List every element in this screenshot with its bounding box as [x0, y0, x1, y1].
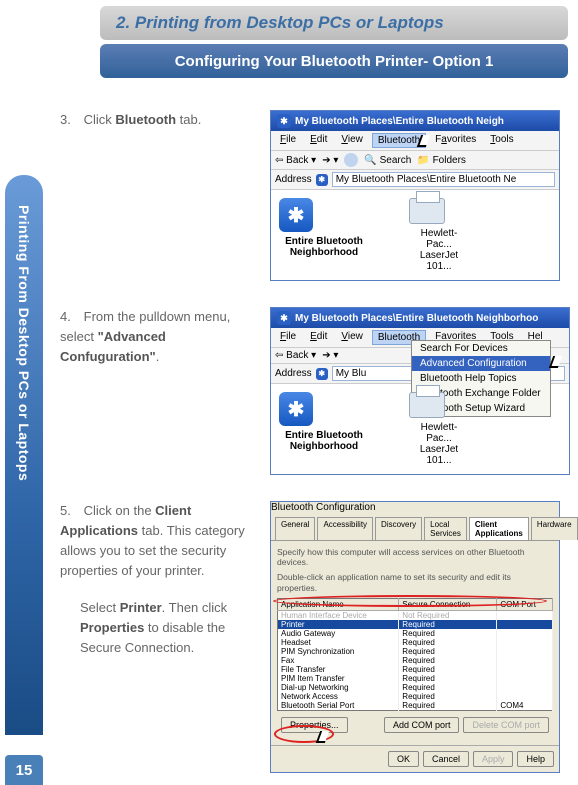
menu-tools[interactable]: Tools: [485, 133, 518, 148]
folders-button[interactable]: 📁 Folders: [417, 155, 466, 166]
table-row[interactable]: Human Interface DeviceNot Required: [278, 610, 553, 620]
bluetooth-neighborhood-label: Entire Bluetooth Neighborhood: [279, 430, 369, 452]
screenshot-1: ✱ My Bluetooth Places\Entire Bluetooth N…: [270, 110, 578, 281]
col-app-name[interactable]: Application Name: [278, 598, 399, 610]
window-title: My Bluetooth Places\Entire Bluetooth Nei…: [295, 313, 538, 324]
step-4: 4. From the pulldown menu, select "Advan…: [60, 307, 578, 475]
tab-general[interactable]: General: [275, 517, 315, 540]
ok-button[interactable]: OK: [388, 751, 419, 767]
bluetooth-icon: ✱: [277, 311, 291, 325]
table-row[interactable]: Dial-up NetworkingRequired: [278, 683, 553, 692]
bluetooth-icon: ✱: [316, 368, 328, 380]
window-titlebar: ✱ My Bluetooth Places\Entire Bluetooth N…: [271, 308, 569, 328]
dialog-tabs: General Accessibility Discovery Local Se…: [271, 513, 559, 540]
address-label: Address: [275, 174, 312, 185]
printer-icon[interactable]: [409, 198, 445, 224]
dialog-desc-1: Specify how this computer will access se…: [277, 547, 553, 567]
tab-local-services[interactable]: Local Services: [424, 517, 467, 540]
applications-table: Application Name Secure Connection COM P…: [277, 598, 553, 711]
properties-button[interactable]: Properties...: [281, 717, 348, 733]
step-sub-b: . Then click: [162, 600, 228, 615]
table-row[interactable]: PIM Item TransferRequired: [278, 674, 553, 683]
menu-edit[interactable]: Edit: [305, 133, 332, 148]
address-input[interactable]: [332, 172, 555, 187]
screenshot-2: ✱ My Bluetooth Places\Entire Bluetooth N…: [270, 307, 578, 475]
bluetooth-neighborhood-icon[interactable]: ✱: [279, 198, 313, 232]
section-subtitle: Configuring Your Bluetooth Printer- Opti…: [100, 44, 568, 78]
bluetooth-neighborhood-icon[interactable]: ✱: [279, 392, 313, 426]
step-number: 4.: [60, 307, 80, 327]
step-text: Click on the: [84, 503, 156, 518]
dropdown-item-help[interactable]: Bluetooth Help Topics: [412, 371, 550, 386]
dropdown-item-search[interactable]: Search For Devices: [412, 341, 550, 356]
side-tab: Printing From Desktop PCs or Laptops: [5, 175, 43, 735]
window-title: My Bluetooth Places\Entire Bluetooth Nei…: [295, 116, 504, 127]
table-row[interactable]: Network AccessRequired: [278, 692, 553, 701]
screenshot-3: Bluetooth Configuration General Accessib…: [270, 501, 578, 773]
back-button[interactable]: ⇦ Back ▾: [275, 350, 316, 361]
window-titlebar: ✱ My Bluetooth Places\Entire Bluetooth N…: [271, 111, 559, 131]
toolbar: ⇦ Back ▾ ➔ ▾ 🔍 Search 📁 Folders: [271, 151, 559, 170]
menu-view[interactable]: View: [336, 133, 368, 148]
add-com-button[interactable]: Add COM port: [384, 717, 460, 733]
bluetooth-icon: ✱: [277, 114, 291, 128]
help-button[interactable]: Help: [517, 751, 554, 767]
tab-accessibility[interactable]: Accessibility: [317, 517, 373, 540]
step-text: Click: [84, 112, 116, 127]
tab-discovery[interactable]: Discovery: [375, 517, 422, 540]
step-text-b: .: [156, 349, 160, 364]
menu-file[interactable]: FFileile: [275, 133, 301, 148]
page-number: 15: [5, 755, 43, 785]
printer-label: Hewlett-Pac... LaserJet 101...: [409, 228, 469, 272]
table-row[interactable]: Bluetooth Serial PortRequiredCOM4: [278, 701, 553, 711]
menu-edit[interactable]: Edit: [305, 330, 332, 345]
bluetooth-neighborhood-label: Entire Bluetooth Neighborhood: [279, 236, 369, 258]
tab-hardware[interactable]: Hardware: [531, 517, 578, 540]
step-number: 5.: [60, 501, 80, 521]
up-icon[interactable]: [344, 153, 358, 167]
table-row-printer[interactable]: PrinterRequired: [278, 620, 553, 629]
step-bold-b: Printer: [120, 600, 162, 615]
menubar: FFileile Edit View Bluetooth Favorites T…: [271, 131, 559, 151]
delete-com-button[interactable]: Delete COM port: [463, 717, 549, 733]
section-title: 2. Printing from Desktop PCs or Laptops: [100, 6, 568, 40]
table-row[interactable]: FaxRequired: [278, 656, 553, 665]
forward-button[interactable]: ➔ ▾: [322, 350, 338, 361]
col-comport[interactable]: COM Port: [497, 598, 553, 610]
apply-button[interactable]: Apply: [473, 751, 514, 767]
dialog-desc-2: Double-click an application name to set …: [277, 572, 553, 592]
address-label: Address: [275, 368, 312, 379]
side-tab-label: Printing From Desktop PCs or Laptops: [16, 205, 32, 481]
tab-client-applications[interactable]: Client Applications: [469, 517, 529, 540]
table-row[interactable]: File TransferRequired: [278, 665, 553, 674]
menu-favorites[interactable]: Favorites: [430, 133, 481, 148]
forward-button[interactable]: ➔ ▾: [322, 155, 338, 166]
menu-file[interactable]: File: [275, 330, 301, 345]
dropdown-item-advanced-config[interactable]: Advanced Configuration: [412, 356, 550, 371]
search-button[interactable]: 🔍 Search: [364, 155, 411, 166]
back-button[interactable]: ⇦ Back ▾: [275, 155, 316, 166]
step-5: 5. Click on the Client Applications tab.…: [60, 501, 578, 773]
menu-bluetooth[interactable]: Bluetooth: [372, 133, 426, 148]
table-row[interactable]: Audio GatewayRequired: [278, 629, 553, 638]
bluetooth-icon: ✱: [316, 174, 328, 186]
table-row[interactable]: PIM SynchronizationRequired: [278, 647, 553, 656]
printer-icon[interactable]: [409, 392, 445, 418]
step-bold: Bluetooth: [115, 112, 176, 127]
step-sub-a: Select: [80, 600, 120, 615]
col-secure[interactable]: Secure Connection: [399, 598, 497, 610]
dialog-titlebar: Bluetooth Configuration: [271, 502, 559, 513]
cancel-button[interactable]: Cancel: [423, 751, 469, 767]
printer-label: Hewlett-Pac... LaserJet 101...: [409, 422, 469, 466]
step-3: 3. Click Bluetooth tab. ✱ My Bluetooth P…: [60, 110, 578, 281]
menu-view[interactable]: View: [336, 330, 368, 345]
step-text-b: tab.: [176, 112, 201, 127]
table-row[interactable]: HeadsetRequired: [278, 638, 553, 647]
step-number: 3.: [60, 110, 80, 130]
step-bold-c: Properties: [80, 620, 144, 635]
